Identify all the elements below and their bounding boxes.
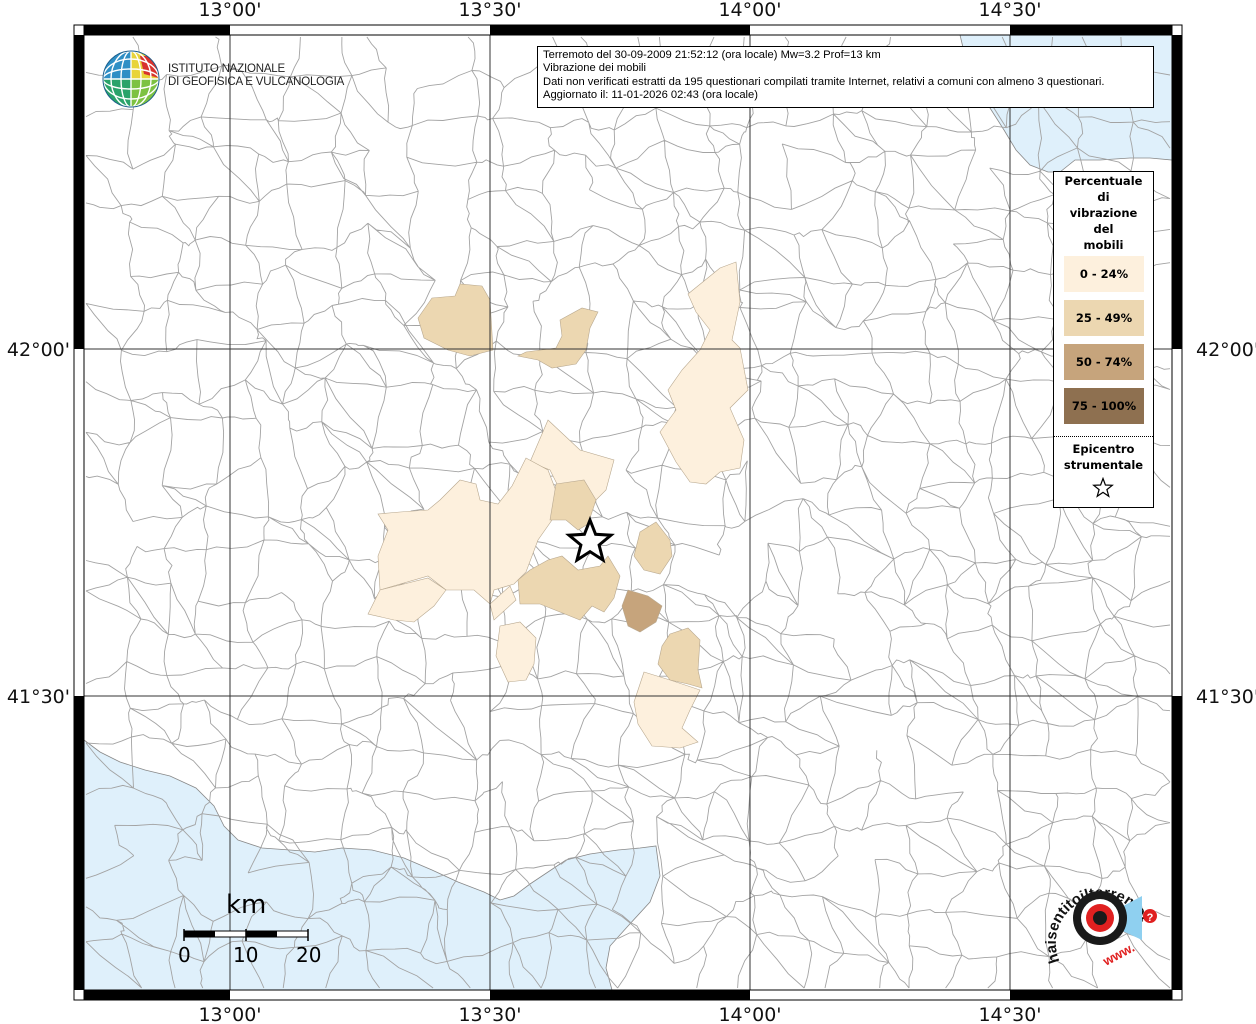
globe-icon <box>102 50 160 108</box>
lon-label: 13°00' <box>198 1004 261 1024</box>
scale-tick-label: 10 <box>233 943 259 967</box>
event-line: Terremoto del 30-09-2009 21:52:12 (ora l… <box>543 49 881 61</box>
legend-class-25-49: 25 - 49% <box>1064 300 1144 336</box>
lon-label: 14°00' <box>718 1004 781 1024</box>
institute-name: ISTITUTO NAZIONALE DI GEOFISICA E VULCAN… <box>168 63 344 88</box>
data-note-line: Dati non verificati estratti da 195 ques… <box>543 75 1105 88</box>
institute-line: ISTITUTO NAZIONALE <box>168 63 285 75</box>
epicenter-label-line: Epicentro <box>1072 442 1135 456</box>
scale-tick-label: 20 <box>296 943 322 967</box>
lat-label: 41°30' <box>7 686 70 708</box>
updated-line: Aggiornato il: 11-01-2026 02:43 (ora loc… <box>543 88 758 101</box>
legend-class-0-24: 0 - 24% <box>1064 256 1144 292</box>
legend-title: Percentuale di vibrazione del mobili <box>1054 173 1153 253</box>
legend-title-line: mobili <box>1083 238 1124 252</box>
epicenter-legend-label: Epicentro strumentale <box>1054 441 1153 473</box>
haisentito-logo: haisentitoilterremoto.it ? www. <box>1038 866 1157 969</box>
earthquake-info-box: Terremoto del 30-09-2009 21:52:12 (ora l… <box>537 46 1154 108</box>
question-mark: ? <box>1147 912 1154 924</box>
lon-label: 14°30' <box>978 0 1041 21</box>
legend: Percentuale di vibrazione del mobili 0 -… <box>1053 171 1154 508</box>
lon-label: 13°30' <box>458 1004 521 1024</box>
parameter-line: Vibrazione dei mobili <box>543 62 647 75</box>
legend-separator <box>1054 436 1153 437</box>
lon-label: 13°00' <box>198 0 261 21</box>
legend-title-line: del <box>1093 222 1114 236</box>
longitude-labels-top: 13°00' 13°30' 14°00' 14°30' <box>198 0 1041 21</box>
institute-line: DI GEOFISICA E VULCANOLOGIA <box>168 75 345 88</box>
lat-label: 42°00' <box>1196 339 1256 361</box>
legend-class-50-74: 50 - 74% <box>1064 344 1144 380</box>
lat-label: 42°00' <box>7 339 70 361</box>
legend-title-line: Percentuale <box>1064 174 1143 188</box>
legend-title-line: vibrazione <box>1069 206 1138 220</box>
lon-label: 14°00' <box>718 0 781 21</box>
longitude-labels-bottom: 13°00' 13°30' 14°00' 14°30' <box>198 1004 1041 1024</box>
legend-class-75-100: 75 - 100% <box>1064 388 1144 424</box>
epicenter-label-line: strumentale <box>1063 458 1144 472</box>
lon-label: 14°30' <box>978 1004 1041 1024</box>
lon-label: 13°30' <box>458 0 521 21</box>
legend-title-line: di <box>1097 190 1110 204</box>
star-icon <box>1092 477 1114 498</box>
scale-tick-label: 0 <box>178 943 191 967</box>
lat-label: 41°30' <box>1196 686 1256 708</box>
scale-unit-label: km <box>226 890 267 920</box>
